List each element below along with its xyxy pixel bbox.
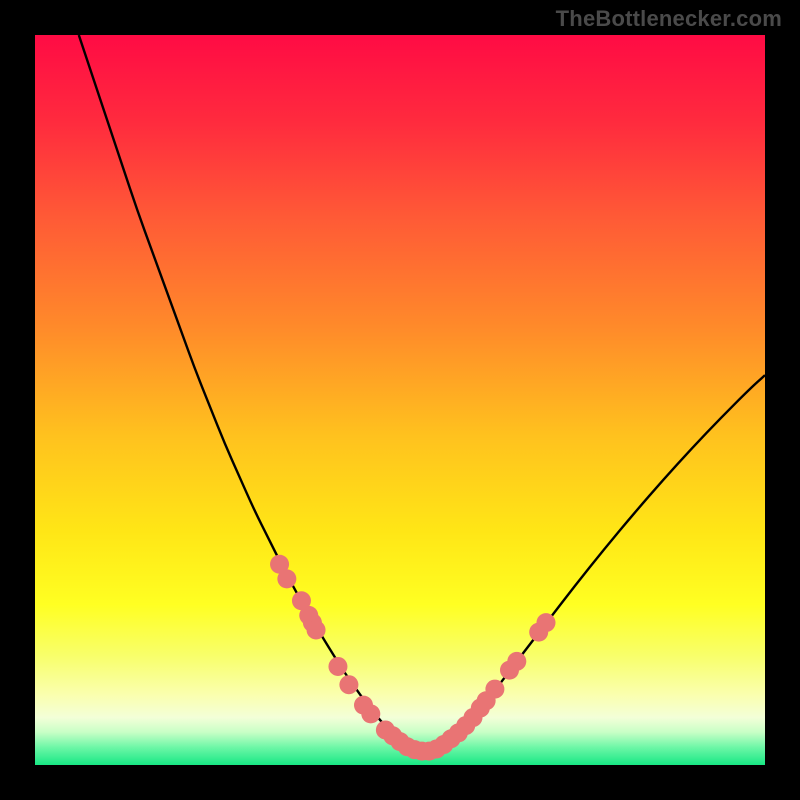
plot-area [35,35,765,765]
highlight-dot [507,652,526,671]
highlight-dot [328,657,347,676]
highlight-dot [339,675,358,694]
gradient-background [35,35,765,765]
watermark-text: TheBottlenecker.com [556,6,782,32]
highlight-dot [361,704,380,723]
highlight-dot [277,569,296,588]
highlight-dot [485,680,504,699]
chart-frame: TheBottlenecker.com [0,0,800,800]
highlight-dot [307,620,326,639]
highlight-dot [537,613,556,632]
chart-svg [35,35,765,765]
